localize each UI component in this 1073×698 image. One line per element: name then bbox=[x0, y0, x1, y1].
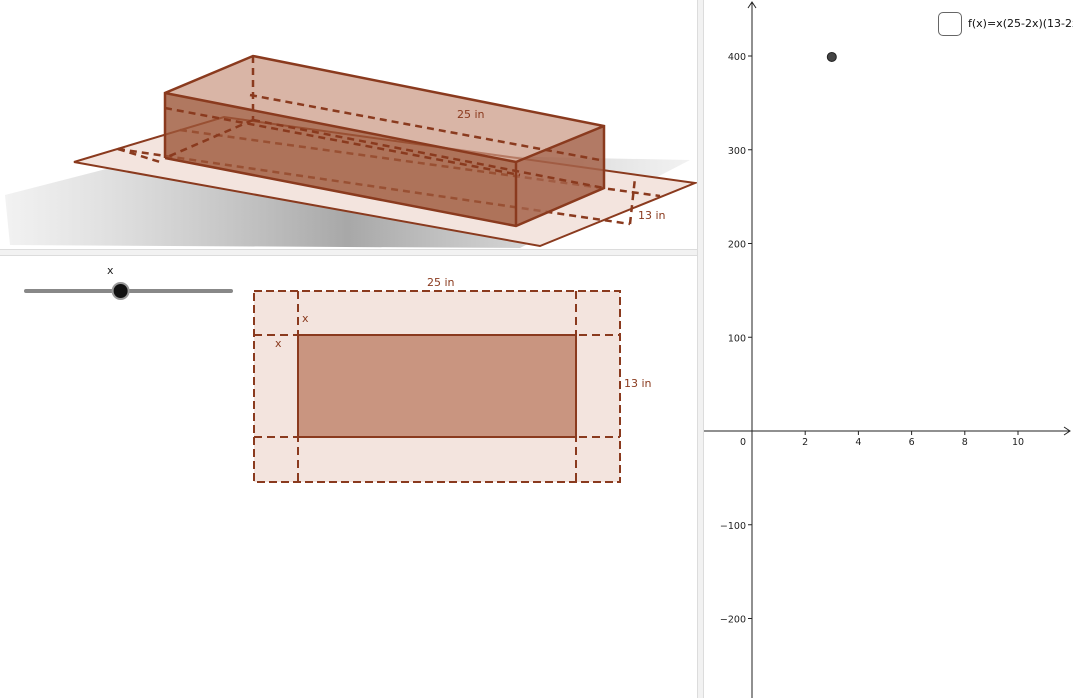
y-tick-label: −100 bbox=[720, 521, 746, 532]
slider-knob[interactable] bbox=[111, 282, 130, 300]
net-top-label: 25 in bbox=[427, 276, 455, 289]
width-label: 13 in bbox=[638, 209, 666, 222]
function-checkbox[interactable] bbox=[938, 12, 962, 36]
3d-view-panel[interactable]: 25 in 13 in bbox=[0, 0, 697, 249]
vertical-splitter[interactable] bbox=[697, 0, 704, 698]
origin-label: 0 bbox=[740, 437, 746, 448]
horizontal-splitter[interactable] bbox=[0, 249, 697, 256]
x-tick-label: 10 bbox=[1012, 437, 1024, 448]
x-tick-label: 4 bbox=[855, 437, 861, 448]
x-tick-label: 6 bbox=[909, 437, 915, 448]
3d-box-drawing: 25 in 13 in bbox=[5, 54, 697, 248]
cut-label-horizontal: x bbox=[275, 337, 282, 350]
y-tick-label: −200 bbox=[720, 615, 746, 626]
box-base bbox=[297, 334, 577, 438]
function-point[interactable] bbox=[826, 51, 837, 62]
y-tick-label: 400 bbox=[728, 52, 746, 63]
x-tick-label: 8 bbox=[962, 437, 968, 448]
net-side-label: 13 in bbox=[624, 377, 652, 390]
function-label: f(x)=x(25-2x)(13-2x) bbox=[968, 17, 1073, 30]
graph-axes: 2 4 6 8 10 400 300 200 100 −100 −200 0 bbox=[704, 1, 1071, 698]
net-drawing: 25 in 13 in x x bbox=[24, 276, 652, 483]
x-tick-label: 2 bbox=[802, 437, 808, 448]
graph-panel[interactable]: 2 4 6 8 10 400 300 200 100 −100 −200 0 f(x)=x(25-2x… bbox=[704, 0, 1073, 698]
y-tick-label: 300 bbox=[728, 146, 746, 157]
2d-view-panel[interactable]: x 25 in 13 in x x bbox=[0, 256, 697, 698]
length-label: 25 in bbox=[457, 108, 485, 121]
cut-label-vertical: x bbox=[302, 312, 309, 325]
y-tick-label: 200 bbox=[728, 240, 746, 251]
y-tick-label: 100 bbox=[728, 333, 746, 344]
